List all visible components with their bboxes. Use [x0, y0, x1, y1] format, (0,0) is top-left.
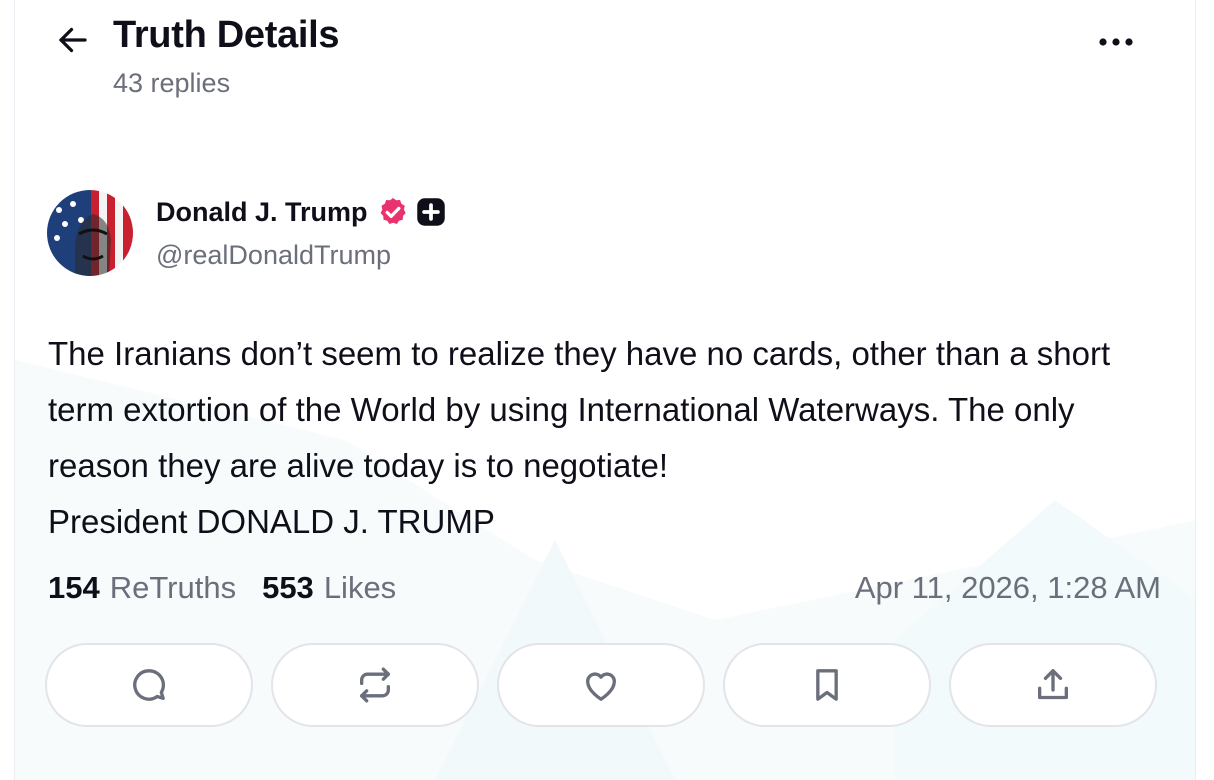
- bookmark-button[interactable]: [723, 643, 931, 727]
- avatar[interactable]: [47, 190, 133, 276]
- post-timestamp: Apr 11, 2026, 1:28 AM: [854, 570, 1161, 605]
- plus-badge-icon: [416, 197, 446, 227]
- share-icon: [1038, 669, 1068, 700]
- retruths-stat[interactable]: 154 ReTruths: [48, 570, 236, 606]
- reply-count: 43 replies: [113, 68, 231, 98]
- more-options-button[interactable]: [1090, 24, 1142, 60]
- likes-stat[interactable]: 553 Likes: [262, 570, 396, 606]
- like-button[interactable]: [497, 643, 705, 727]
- likes-count: 553: [262, 570, 314, 605]
- reply-button[interactable]: [45, 643, 253, 727]
- verified-badge-icon: [377, 196, 409, 228]
- post-text: The Iranians don’t seem to realize they …: [48, 335, 1111, 484]
- back-button[interactable]: [53, 20, 93, 60]
- author-name-row: Donald J. Trump: [156, 196, 446, 228]
- page-title: Truth Details: [113, 14, 340, 56]
- retruths-label: ReTruths: [109, 570, 237, 605]
- post-signature: President DONALD J. TRUMP: [48, 503, 495, 540]
- heart-icon: [585, 672, 617, 701]
- retruth-button[interactable]: [271, 643, 479, 727]
- post-actions: [45, 643, 1157, 727]
- avatar-image: [47, 190, 133, 276]
- repost-icon: [360, 667, 390, 703]
- likes-label: Likes: [323, 570, 397, 605]
- author-display-name[interactable]: Donald J. Trump: [156, 197, 368, 228]
- post-detail-panel: Truth Details 43 replies Donald J. Trump…: [14, 0, 1196, 780]
- bookmark-icon: [816, 669, 838, 701]
- comment-icon: [133, 669, 165, 701]
- retruths-count: 154: [48, 570, 100, 605]
- more-horizontal-icon: [1099, 38, 1133, 46]
- share-button[interactable]: [949, 643, 1157, 727]
- post-body: The Iranians don’t seem to realize they …: [48, 326, 1178, 550]
- post-stats: 154 ReTruths 553 Likes: [48, 570, 396, 606]
- author-handle[interactable]: @realDonaldTrump: [156, 240, 391, 271]
- arrow-left-icon: [59, 27, 87, 53]
